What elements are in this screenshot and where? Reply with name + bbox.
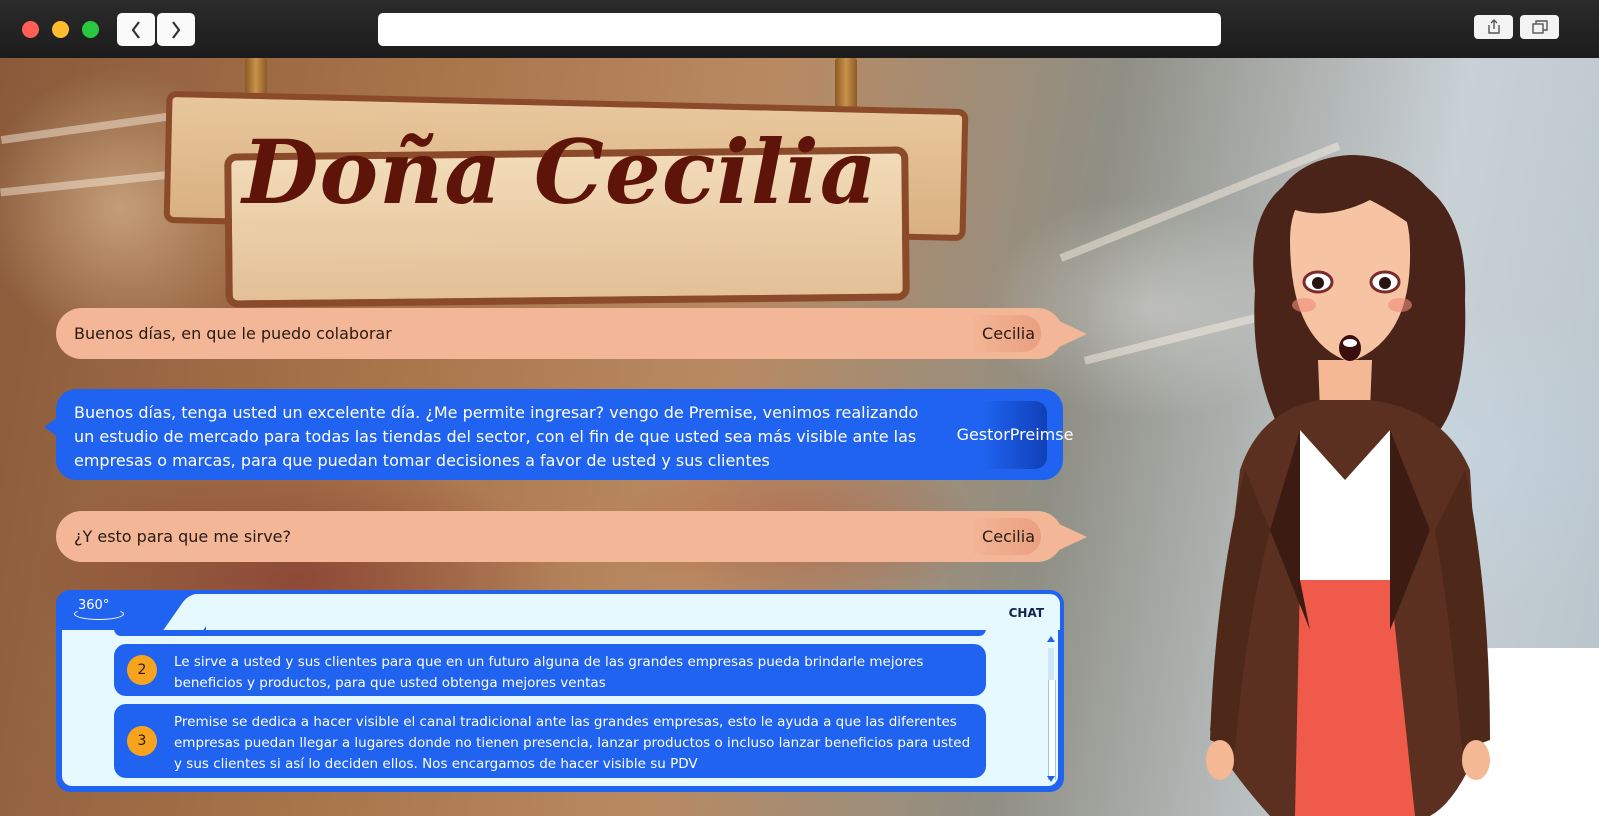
chevron-right-icon	[172, 20, 181, 39]
chat-panel: 360° CHAT 2 Le sirve a usted y sus clien…	[56, 590, 1064, 792]
store-name-sign: Doña Cecilia	[242, 120, 878, 224]
back-button[interactable]	[117, 13, 155, 46]
browser-toolbar	[0, 0, 1599, 59]
chevron-left-icon	[131, 20, 140, 39]
chat-header: CHAT	[206, 594, 1060, 630]
scroll-up-icon[interactable]	[1047, 636, 1055, 642]
bubble-tail	[44, 417, 58, 437]
option-text: Premise se dedica a hacer visible el can…	[174, 714, 971, 772]
message-text: Buenos días, en que le puedo colaborar	[74, 324, 392, 343]
speaker-label: Gestor Preimse	[957, 401, 1073, 469]
chat-title: CHAT	[1008, 606, 1044, 620]
store-scene: Doña Cecilia Buenos días, en que le pued…	[0, 58, 1599, 816]
chat-scrollbar[interactable]	[1046, 636, 1056, 782]
forward-button[interactable]	[157, 13, 195, 46]
option-number: 2	[127, 655, 157, 685]
zoom-window-button[interactable]	[82, 21, 99, 38]
minimize-window-button[interactable]	[52, 21, 69, 38]
previous-option[interactable]	[114, 630, 986, 636]
scroll-down-icon[interactable]	[1047, 776, 1055, 782]
message-text: Buenos días, tenga usted un excelente dí…	[74, 403, 919, 470]
option-number: 3	[127, 726, 157, 756]
message-text: ¿Y esto para que me sirve?	[74, 527, 292, 546]
share-icon	[1487, 19, 1500, 34]
address-bar[interactable]	[378, 13, 1221, 46]
bubble-tail	[1057, 320, 1087, 348]
speaker-label: Cecilia	[970, 518, 1041, 555]
tabs-button[interactable]	[1520, 15, 1559, 39]
cecilia-character	[1206, 155, 1490, 816]
speaker-label: Cecilia	[970, 315, 1041, 352]
cecilia-message: Buenos días, en que le puedo colaborar C…	[56, 308, 1087, 359]
answer-option-3[interactable]: 3 Premise se dedica a hacer visible el c…	[114, 704, 986, 778]
gestor-message: Buenos días, tenga usted un excelente dí…	[44, 389, 1073, 480]
option-text: Le sirve a usted y sus clientes para que…	[174, 654, 924, 691]
bubble-tail	[1057, 523, 1087, 551]
360-badge: 360°	[74, 598, 124, 620]
tabs-icon	[1531, 20, 1548, 34]
chat-options-list[interactable]: 2 Le sirve a usted y sus clientes para q…	[62, 630, 1058, 786]
scroll-thumb[interactable]	[1048, 680, 1056, 780]
close-window-button[interactable]	[22, 21, 39, 38]
answer-option-2[interactable]: 2 Le sirve a usted y sus clientes para q…	[114, 644, 986, 696]
cecilia-message: ¿Y esto para que me sirve? Cecilia	[56, 511, 1087, 562]
share-button[interactable]	[1474, 15, 1513, 39]
